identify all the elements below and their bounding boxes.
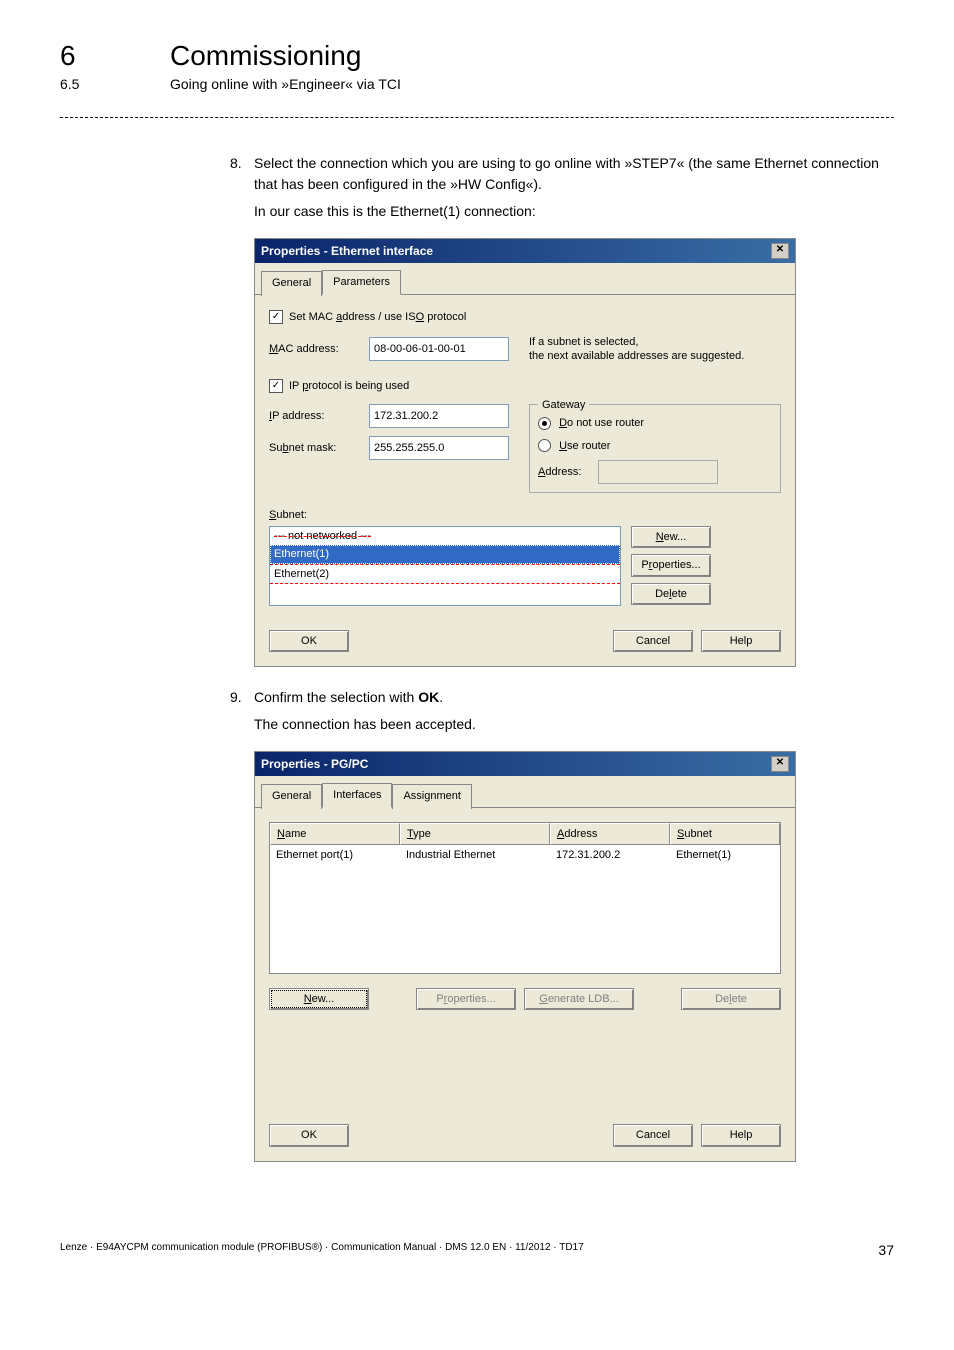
generate-ldb-button[interactable]: Generate LDB... — [524, 988, 634, 1011]
radio-no-router[interactable] — [538, 417, 551, 430]
col-address[interactable]: Address — [550, 823, 670, 846]
checkbox-ip-protocol[interactable]: ✓ — [269, 379, 283, 393]
label-router-address: Address: — [538, 464, 598, 481]
cell-address: 172.31.200.2 — [550, 845, 670, 866]
chapter-title: Commissioning — [170, 40, 361, 72]
tab-assignment[interactable]: Assignment — [392, 784, 471, 809]
label-mac-checkbox: Set MAC address / use ISO protocol — [289, 309, 466, 326]
label-subnet: Subnet: — [269, 507, 781, 524]
list-item[interactable]: Ethernet(2) — [270, 564, 620, 585]
table-row[interactable]: Ethernet port(1) Industrial Ethernet 172… — [270, 845, 780, 866]
col-type[interactable]: Type — [400, 823, 550, 846]
close-icon[interactable]: ✕ — [771, 756, 789, 772]
label-mac-address: MAC address: — [269, 341, 369, 358]
step-number: 8. — [230, 153, 254, 195]
subnet-mask-input[interactable] — [369, 436, 509, 460]
cell-name: Ethernet port(1) — [270, 845, 400, 866]
tab-parameters[interactable]: Parameters — [322, 270, 401, 295]
col-name[interactable]: Name — [270, 823, 400, 846]
separator — [60, 117, 894, 118]
label-use-router: Use router — [559, 440, 610, 452]
ethernet-properties-dialog: Properties - Ethernet interface ✕ Genera… — [254, 238, 796, 667]
label-no-router: Do not use router — [559, 417, 644, 429]
help-button[interactable]: Help — [701, 630, 781, 653]
cancel-button[interactable]: Cancel — [613, 1124, 693, 1147]
dialog-title: Properties - Ethernet interface — [261, 242, 433, 260]
footer-text: Lenze · E94AYCPM communication module (P… — [60, 1242, 584, 1258]
gateway-legend: Gateway — [538, 397, 589, 414]
mac-address-input[interactable] — [369, 337, 509, 361]
cell-subnet: Ethernet(1) — [670, 845, 780, 866]
step-number: 9. — [230, 687, 254, 708]
tab-general[interactable]: General — [261, 271, 322, 296]
col-subnet[interactable]: Subnet — [670, 823, 780, 846]
list-item[interactable]: --- not networked --- — [270, 527, 620, 546]
cell-type: Industrial Ethernet — [400, 845, 550, 866]
pgpc-properties-dialog: Properties - PG/PC ✕ General Interfaces … — [254, 751, 796, 1162]
properties-button[interactable]: Properties... — [631, 554, 711, 577]
step-result: In our case this is the Ethernet(1) conn… — [254, 201, 894, 222]
delete-button[interactable]: Delete — [631, 583, 711, 606]
new-button[interactable]: New... — [269, 988, 369, 1011]
section-title: Going online with »Engineer« via TCI — [170, 76, 401, 92]
subnet-listbox[interactable]: --- not networked --- Ethernet(1) Ethern… — [269, 526, 621, 606]
dialog-title: Properties - PG/PC — [261, 755, 368, 773]
delete-button[interactable]: Delete — [681, 988, 781, 1011]
help-button[interactable]: Help — [701, 1124, 781, 1147]
step-result: The connection has been accepted. — [254, 714, 894, 735]
step-text: Confirm the selection with OK. — [254, 687, 894, 708]
section-number: 6.5 — [60, 76, 170, 92]
subnet-hint: If a subnet is selected, the next availa… — [529, 335, 744, 364]
radio-use-router[interactable] — [538, 439, 551, 452]
close-icon[interactable]: ✕ — [771, 243, 789, 259]
properties-button[interactable]: Properties... — [416, 988, 516, 1011]
router-address-input — [598, 460, 718, 484]
page-number: 37 — [878, 1242, 894, 1258]
label-ip-checkbox: IP protocol is being used — [289, 378, 409, 395]
chapter-number: 6 — [60, 40, 170, 72]
label-subnet-mask: Subnet mask: — [269, 440, 369, 457]
list-item[interactable]: Ethernet(1) — [270, 545, 620, 564]
tab-interfaces[interactable]: Interfaces — [322, 783, 392, 808]
label-ip-address: IP address: — [269, 408, 369, 425]
ip-address-input[interactable] — [369, 404, 509, 428]
ok-button[interactable]: OK — [269, 630, 349, 653]
step-text: Select the connection which you are usin… — [254, 153, 894, 195]
cancel-button[interactable]: Cancel — [613, 630, 693, 653]
checkbox-mac[interactable]: ✓ — [269, 310, 283, 324]
interfaces-table[interactable]: Name Type Address Subnet Ethernet port(1… — [269, 822, 781, 974]
ok-button[interactable]: OK — [269, 1124, 349, 1147]
new-button[interactable]: New... — [631, 526, 711, 549]
tab-general[interactable]: General — [261, 784, 322, 809]
